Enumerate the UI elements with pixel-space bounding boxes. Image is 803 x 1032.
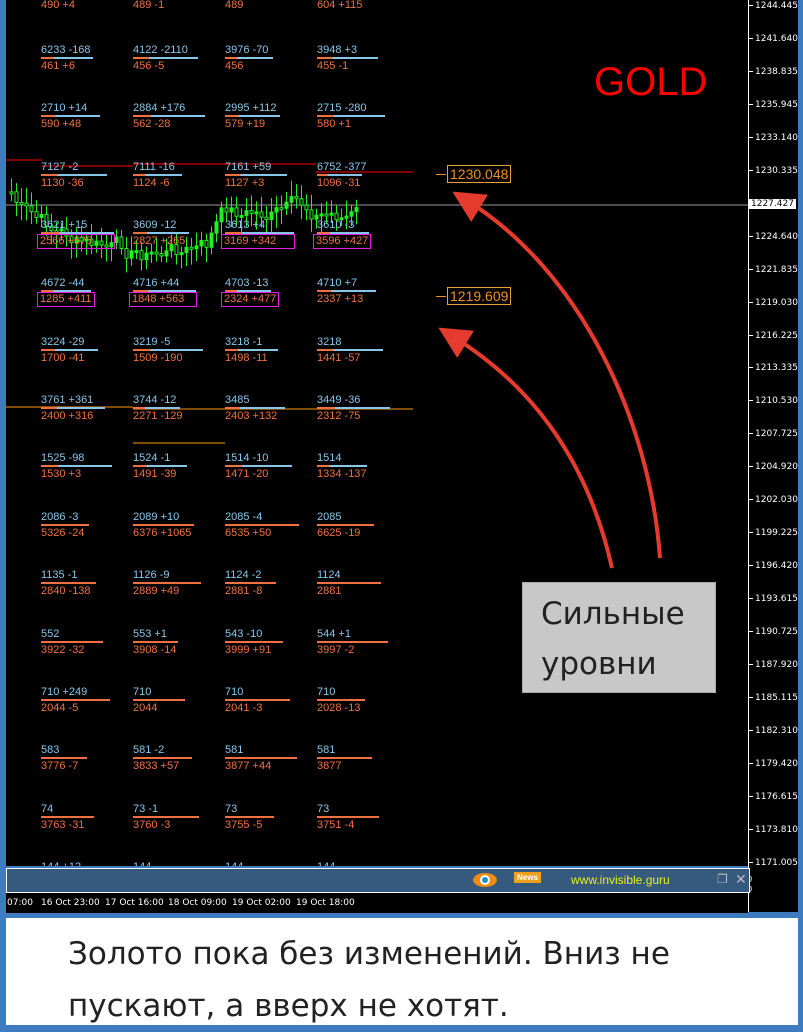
note-line: Сильные xyxy=(541,596,685,632)
price-tick: 1176.615 xyxy=(749,792,798,802)
time-tick: 18 Oct 09:00 xyxy=(168,898,227,908)
arrow-to-upper-level xyxy=(452,191,662,559)
price-tick: 1193.615 xyxy=(749,594,798,604)
caption-line: пускают, а вверх не хотят. xyxy=(68,988,509,1024)
price-tick: 1204.920 xyxy=(749,462,798,472)
price-tick: 1202.030 xyxy=(749,495,798,505)
price-tick: 1207.725 xyxy=(749,429,798,439)
price-tick: 1171.005 xyxy=(749,858,798,868)
time-axis: 07:00 16 Oct 23:00 17 Oct 16:00 18 Oct 09:0… xyxy=(6,893,748,913)
price-tick: 1182.310 xyxy=(749,726,798,736)
price-tick: 1241.640 xyxy=(749,34,798,44)
caption-line: Золото пока без изменений. Вниз не xyxy=(68,936,670,972)
note-line: уровни xyxy=(541,646,657,682)
price-tick: 1179.420 xyxy=(749,759,798,769)
price-tick: 1224.640 xyxy=(749,232,798,242)
time-tick: 17 Oct 16:00 xyxy=(105,898,164,908)
time-tick: 19 Oct 18:00 xyxy=(296,898,355,908)
time-tick: 07:00 xyxy=(7,898,33,908)
annotation-note: Сильные уровни xyxy=(522,582,716,693)
price-tick: 1216.225 xyxy=(749,331,798,341)
price-tick: 1190.725 xyxy=(749,627,798,637)
price-axis: 1227.427 0 0 1244.4451241.6401238.835123… xyxy=(747,0,798,912)
price-tick: 1233.140 xyxy=(749,133,798,143)
price-tick: 1219.030 xyxy=(749,298,798,308)
price-tick: 1235.945 xyxy=(749,100,798,110)
arrow-to-lower-level xyxy=(438,327,614,569)
price-tick: 1230.335 xyxy=(749,166,798,176)
price-tick: 1238.835 xyxy=(749,67,798,77)
price-tick: 1199.225 xyxy=(749,528,798,538)
news-icon[interactable]: News xyxy=(514,872,541,883)
eye-icon[interactable] xyxy=(473,873,497,887)
price-tick: 1213.335 xyxy=(749,363,798,373)
close-icon[interactable]: ✕ xyxy=(735,871,747,888)
price-tick: 1187.920 xyxy=(749,660,798,670)
price-tick: 1210.530 xyxy=(749,396,798,406)
price-tick: 1244.445 xyxy=(749,1,798,11)
info-bar: News www.invisible.guru ❐ ✕ xyxy=(6,868,750,893)
site-link[interactable]: www.invisible.guru xyxy=(571,873,670,887)
price-chart[interactable]: 490 +4 489 -1 489 604 +115 6233 -168 461 +… xyxy=(6,0,748,866)
restore-icon[interactable]: ❐ xyxy=(717,872,728,886)
current-price-label: 1227.427 xyxy=(749,199,796,209)
price-tick: 1221.835 xyxy=(749,265,798,275)
price-tick: 1185.115 xyxy=(749,693,798,703)
annotation-arrows xyxy=(438,191,662,569)
time-tick: 19 Oct 02:00 xyxy=(232,898,291,908)
time-tick: 16 Oct 23:00 xyxy=(41,898,100,908)
caption: Золото пока без изменений. Вниз не пуска… xyxy=(6,918,798,1025)
price-tick: 1196.420 xyxy=(749,561,798,571)
price-tick: 1173.810 xyxy=(749,825,798,835)
